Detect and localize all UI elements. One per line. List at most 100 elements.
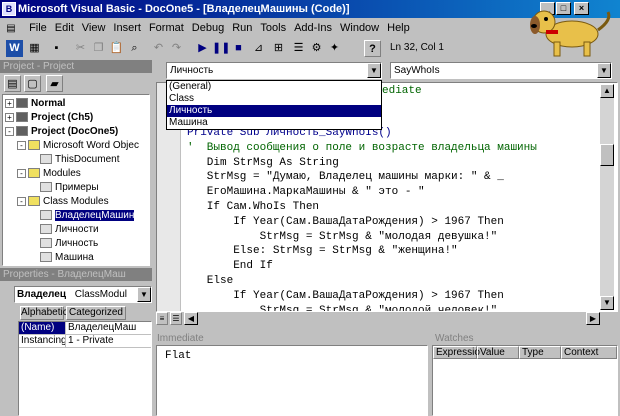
column-type[interactable]: Type bbox=[519, 346, 561, 359]
code-window-icon[interactable]: ▤ bbox=[0, 20, 22, 38]
toolbox-icon[interactable]: ✦ bbox=[326, 40, 343, 57]
property-value: ВладелецМаш bbox=[65, 322, 151, 334]
obscured-code-text: ediate bbox=[382, 85, 422, 97]
project-explorer-icon[interactable]: ⊞ bbox=[270, 40, 287, 57]
vertical-scrollbar[interactable]: ▲ ▼ bbox=[600, 84, 614, 310]
object-name: Владелец bbox=[17, 289, 66, 300]
procedure-view-icon[interactable]: ≡ bbox=[156, 312, 168, 325]
tree-item[interactable]: Личности bbox=[29, 223, 99, 237]
object-selector[interactable]: Владелец ClassModul ▼ bbox=[14, 286, 152, 303]
expander-icon[interactable]: - bbox=[17, 168, 26, 178]
expander-icon[interactable]: - bbox=[17, 140, 26, 150]
property-value: 1 - Private bbox=[65, 335, 151, 347]
dropdown-option[interactable]: Машина bbox=[167, 117, 381, 129]
tab-categorized[interactable]: Categorized bbox=[66, 306, 126, 320]
object-dropdown-list: (General) Class Личность Машина bbox=[166, 80, 382, 130]
view-object-icon[interactable]: ▢ bbox=[24, 75, 41, 92]
module-icon bbox=[40, 182, 52, 193]
expander-icon[interactable]: - bbox=[17, 196, 26, 206]
scroll-down-icon[interactable]: ▼ bbox=[600, 296, 614, 310]
property-row[interactable]: (Name) ВладелецМаш bbox=[19, 322, 151, 335]
view-code-icon[interactable]: ▤ bbox=[4, 75, 21, 92]
tree-item[interactable]: ВладелецМашин bbox=[29, 209, 135, 223]
column-expression[interactable]: Expressio bbox=[433, 346, 480, 359]
tree-item[interactable]: - Project (DocOne5) bbox=[5, 125, 118, 139]
scroll-thumb[interactable] bbox=[600, 144, 614, 166]
help-icon[interactable]: ? bbox=[364, 40, 381, 57]
menu-edit[interactable]: Edit bbox=[51, 19, 78, 37]
paste-icon[interactable]: 📋 bbox=[108, 40, 125, 57]
word-icon[interactable]: W bbox=[6, 40, 23, 57]
expander-icon[interactable]: - bbox=[5, 126, 14, 136]
chevron-down-icon[interactable]: ▼ bbox=[367, 63, 381, 78]
redo-icon[interactable]: ↷ bbox=[168, 40, 185, 57]
watches-list[interactable]: Expressio Value Type Context bbox=[432, 345, 618, 416]
menu-addins[interactable]: Add-Ins bbox=[290, 19, 336, 37]
folder-icon bbox=[16, 126, 28, 137]
dropdown-option-selected[interactable]: Личность bbox=[167, 105, 381, 117]
immediate-output[interactable]: Flat bbox=[156, 345, 428, 416]
undo-icon[interactable]: ↶ bbox=[150, 40, 167, 57]
chevron-down-icon[interactable]: ▼ bbox=[597, 63, 611, 78]
folder-icon bbox=[16, 112, 28, 123]
reset-icon[interactable]: ■ bbox=[230, 40, 247, 57]
module-icon bbox=[40, 210, 52, 221]
menu-view[interactable]: View bbox=[78, 19, 110, 37]
properties-window-icon[interactable]: ☰ bbox=[290, 40, 307, 57]
menu-tools[interactable]: Tools bbox=[256, 19, 290, 37]
expander-icon[interactable]: + bbox=[5, 98, 14, 108]
scroll-right-icon[interactable]: ▶ bbox=[586, 312, 600, 325]
menu-format[interactable]: Format bbox=[145, 19, 188, 37]
office-assistant-dog[interactable] bbox=[520, 0, 620, 60]
full-module-view-icon[interactable]: ☰ bbox=[170, 312, 182, 325]
window-title: Microsoft Visual Basic - DocOne5 - [Влад… bbox=[18, 3, 350, 15]
column-context[interactable]: Context bbox=[561, 346, 617, 359]
watches-title: Watches bbox=[432, 332, 620, 345]
save-icon[interactable]: ▪ bbox=[48, 40, 65, 57]
tree-item[interactable]: ThisDocument bbox=[29, 153, 119, 167]
column-value[interactable]: Value bbox=[477, 346, 519, 359]
dropdown-option[interactable]: Class bbox=[167, 93, 381, 105]
menu-help[interactable]: Help bbox=[383, 19, 414, 37]
tree-item[interactable]: Личность bbox=[29, 237, 98, 251]
tree-item[interactable]: +References bbox=[17, 265, 94, 266]
property-row[interactable]: Instancing 1 - Private bbox=[19, 335, 151, 348]
menu-file[interactable]: File bbox=[25, 19, 51, 37]
tree-item[interactable]: + Normal bbox=[5, 97, 65, 111]
expander-icon[interactable]: + bbox=[5, 112, 14, 122]
object-browser-icon[interactable]: ⚙ bbox=[308, 40, 325, 57]
code-line: ЕгоМашина.МаркаМашины & " это - " bbox=[187, 186, 425, 199]
object-dropdown[interactable]: Личность ▼ bbox=[166, 62, 382, 79]
cursor-position: Ln 32, Col 1 bbox=[390, 42, 444, 53]
tree-item[interactable]: - Class Modules bbox=[17, 195, 109, 209]
find-icon[interactable]: ⌕ bbox=[126, 40, 143, 57]
tree-item-label: Личность bbox=[55, 238, 99, 249]
design-mode-icon[interactable]: ⊿ bbox=[250, 40, 267, 57]
scroll-up-icon[interactable]: ▲ bbox=[600, 84, 614, 98]
tree-item[interactable]: - Microsoft Word Objec bbox=[17, 139, 139, 153]
vb-app-icon[interactable]: B bbox=[2, 2, 16, 16]
menu-run[interactable]: Run bbox=[228, 19, 256, 37]
tree-item-label: Личности bbox=[55, 224, 99, 235]
chevron-down-icon[interactable]: ▼ bbox=[137, 287, 151, 302]
standard-toolbar: W ▦ ▪ ✂ ❐ 📋 ⌕ ↶ ↷ ▶ ❚❚ ■ ⊿ ⊞ ☰ ⚙ ✦ ? Ln … bbox=[0, 38, 520, 60]
scroll-left-icon[interactable]: ◀ bbox=[184, 312, 198, 325]
dropdown-option[interactable]: (General) bbox=[167, 81, 381, 93]
tab-alphabetic[interactable]: Alphabetic bbox=[20, 306, 68, 320]
project-explorer: Project - Project ▤ ▢ ▰ + Normal + Project … bbox=[0, 60, 152, 266]
tree-item[interactable]: Примеры bbox=[29, 181, 99, 195]
break-icon[interactable]: ❚❚ bbox=[212, 40, 230, 57]
run-icon[interactable]: ▶ bbox=[194, 40, 211, 57]
tree-item[interactable]: Машина bbox=[29, 251, 94, 265]
insert-module-icon[interactable]: ▦ bbox=[26, 40, 43, 57]
menu-window[interactable]: Window bbox=[336, 19, 383, 37]
tree-item-label: Modules bbox=[43, 168, 81, 179]
tree-item[interactable]: + Project (Ch5) bbox=[5, 111, 93, 125]
cut-icon[interactable]: ✂ bbox=[72, 40, 89, 57]
menu-debug[interactable]: Debug bbox=[188, 19, 228, 37]
copy-icon[interactable]: ❐ bbox=[90, 40, 107, 57]
menu-insert[interactable]: Insert bbox=[109, 19, 145, 37]
toggle-folders-icon[interactable]: ▰ bbox=[46, 75, 63, 92]
tree-item[interactable]: - Modules bbox=[17, 167, 81, 181]
procedure-dropdown[interactable]: SayWhoIs ▼ bbox=[390, 62, 612, 79]
